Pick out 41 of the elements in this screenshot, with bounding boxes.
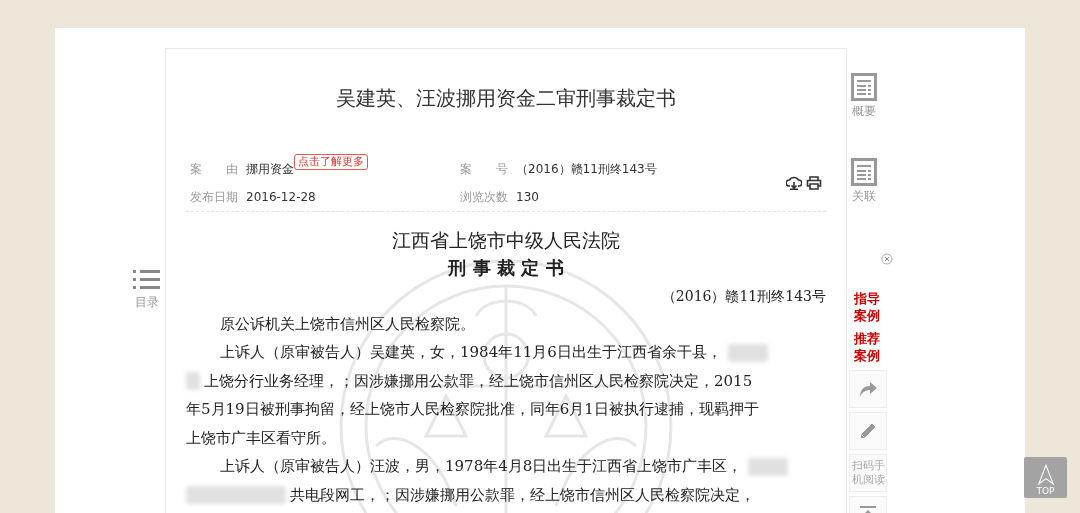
body-text: 上诉人（原审被告人）汪波，男，1978年4月8日出生于江西省上饶市广丰区， [220,457,743,477]
document-icon [851,158,877,186]
share-icon [858,381,878,397]
field-value: （2016）赣11刑终143号 [516,160,657,178]
table-of-contents-button[interactable]: 目录 [133,268,161,513]
qr-read-button[interactable]: 扫码手机阅读 [849,454,887,492]
document-icon [851,73,877,101]
case-link[interactable]: 推荐案例 [854,330,880,364]
body-text: 年5月19日被刑事拘留，经上饶市人民检察院批准，同年6月1日被执行逮捕，现羁押于 [186,400,759,420]
field-value: 挪用资金 [246,160,294,178]
body-text: 上饶市广丰区看守所。 [186,428,336,448]
share-button[interactable] [849,370,887,408]
arrow-up-icon [1036,464,1055,486]
document-title: 吴建英、汪波挪用资金二审刑事裁定书 [335,85,677,112]
side-nav-button[interactable]: 概要 [851,73,877,120]
blurred-text [748,457,789,476]
document-type: 刑 事 裁 定 书 [447,256,565,280]
print-icon[interactable] [806,176,822,190]
blurred-text [186,372,200,391]
field-label: 浏览次数 [460,188,508,206]
blurred-text [727,343,768,362]
case-number: （2016）赣11刑终143号 [660,287,826,306]
back-to-top-button[interactable]: TOP [1024,457,1067,498]
body-text: 原公诉机关上饶市信州区人民检察院。 [220,314,475,334]
field-value: 130 [516,190,539,204]
side-nav-button[interactable]: 关联 [851,158,877,205]
field-label: 发布日期 [190,188,238,206]
case-link[interactable]: 指导案例 [854,290,880,324]
court-name: 江西省上饶市中级人民法院 [391,228,621,253]
download-icon[interactable] [786,176,802,190]
numbered-list-icon [133,268,161,292]
body-text: 上饶分行业务经理，；因涉嫌挪用公款罪，经上饶市信州区人民检察院决定，2015 [204,371,753,391]
pencil-icon [858,421,878,441]
close-icon[interactable] [881,253,893,265]
field-label: 案 由 [190,160,238,178]
field-value: 2016-12-28 [246,190,316,204]
learn-more-tag[interactable]: 点击了解更多 [294,154,368,170]
field-label: 案 号 [460,160,508,178]
body-text: 共电段网工，；因涉嫌挪用公款罪，经上饶市信州区人民检察院决定， [290,485,755,505]
body-text: 上诉人（原审被告人）吴建英，女，1984年11月6日出生于江西省余干县， [220,343,722,363]
edit-button[interactable] [849,412,887,450]
